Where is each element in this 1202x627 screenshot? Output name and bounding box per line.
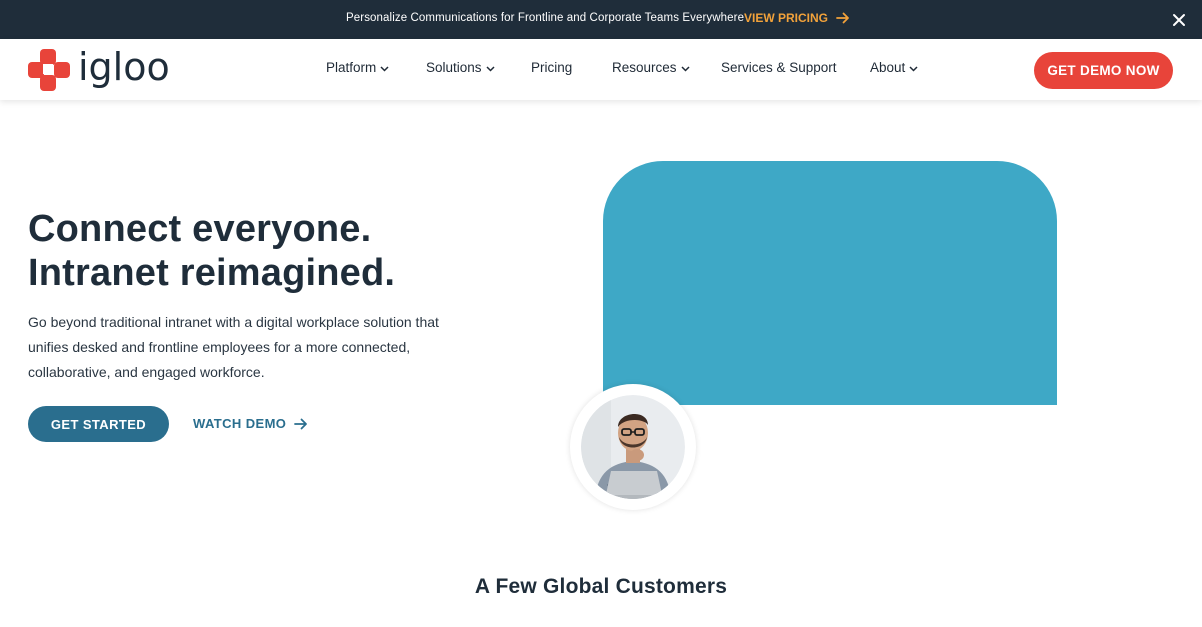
main-navigation: igloo Platform Solutions Pricing Resourc… xyxy=(0,39,1202,100)
arrow-right-icon xyxy=(836,12,849,24)
hero-title: Connect everyone. Intranet reimagined. xyxy=(28,208,396,294)
nav-item-services-support[interactable]: Services & Support xyxy=(721,60,837,75)
close-icon[interactable] xyxy=(1171,12,1187,28)
watch-demo-link[interactable]: WATCH DEMO xyxy=(193,416,308,431)
avatar-frame xyxy=(570,384,696,510)
view-pricing-label: VIEW PRICING xyxy=(744,11,829,25)
nav-item-platform[interactable]: Platform xyxy=(326,60,389,75)
igloo-logo[interactable]: igloo xyxy=(28,47,170,93)
hero-description: Go beyond traditional intranet with a di… xyxy=(28,314,439,380)
nav-item-label: Solutions xyxy=(426,60,482,75)
announcement-bar: Personalize Communications for Frontline… xyxy=(0,0,1202,39)
nav-item-label: Services & Support xyxy=(721,60,837,75)
nav-item-about[interactable]: About xyxy=(870,60,918,75)
watch-demo-label: WATCH DEMO xyxy=(193,416,287,431)
logo-text: igloo xyxy=(78,45,170,89)
chevron-down-icon xyxy=(909,65,918,72)
nav-item-label: About xyxy=(870,60,906,75)
nav-item-label: Pricing xyxy=(531,60,573,75)
customers-section-title: A Few Global Customers xyxy=(474,575,728,598)
nav-item-pricing[interactable]: Pricing xyxy=(531,60,572,75)
chevron-down-icon xyxy=(486,65,495,72)
logo-mark-icon xyxy=(28,49,70,91)
announcement-text: Personalize Communications for Frontline… xyxy=(346,12,745,24)
get-started-button[interactable]: GET STARTED xyxy=(28,406,169,442)
nav-item-solutions[interactable]: Solutions xyxy=(426,60,495,75)
avatar xyxy=(581,395,685,499)
get-demo-now-button[interactable]: GET DEMO NOW xyxy=(1034,52,1173,89)
view-pricing-link[interactable]: VIEW PRICING xyxy=(744,11,850,25)
chevron-down-icon xyxy=(681,65,690,72)
nav-item-resources[interactable]: Resources xyxy=(612,60,690,75)
hero-image-panel xyxy=(603,161,1057,405)
chevron-down-icon xyxy=(380,65,389,72)
nav-item-label: Platform xyxy=(326,60,377,75)
nav-item-label: Resources xyxy=(612,60,677,75)
arrow-right-icon xyxy=(294,418,308,429)
